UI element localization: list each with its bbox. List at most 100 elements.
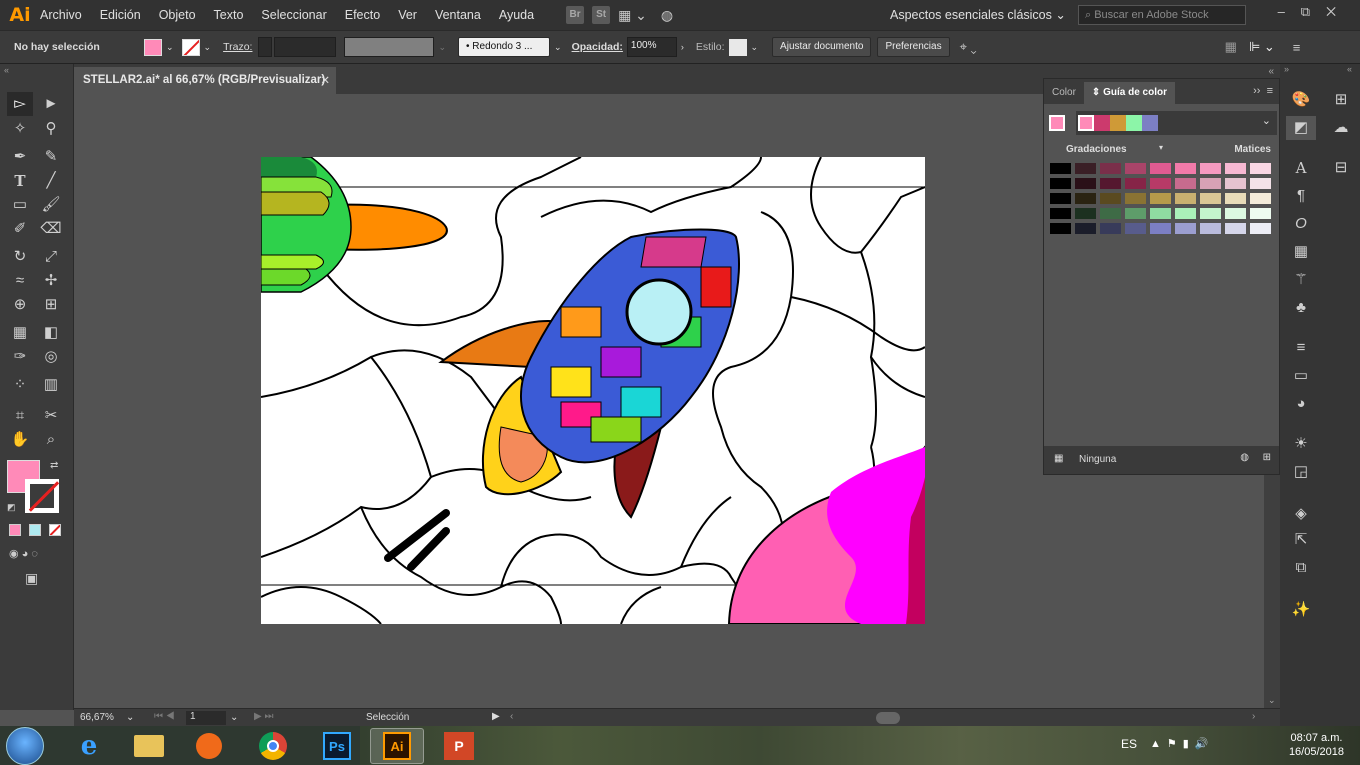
- type-tool-icon[interactable]: T: [7, 169, 33, 193]
- graphic-style-swatch[interactable]: [728, 38, 747, 56]
- scroll-left-icon[interactable]: ‹: [510, 711, 513, 722]
- color-panel-icon[interactable]: 🎨: [1286, 88, 1316, 112]
- stock-search-input[interactable]: ⌕ Buscar en Adobe Stock: [1078, 5, 1246, 25]
- internet-explorer-icon[interactable]: e: [62, 728, 116, 764]
- lasso-icon[interactable]: ⚲: [38, 117, 64, 141]
- hand-tool-icon[interactable]: ✋: [7, 428, 33, 452]
- column-graph-icon[interactable]: ▥: [38, 373, 64, 397]
- panel-menu-icon[interactable]: ≡: [1293, 40, 1301, 55]
- menu-objeto[interactable]: Objeto: [159, 8, 196, 22]
- stroke-color-swatch[interactable]: [25, 479, 59, 513]
- color-variation-cell[interactable]: [1224, 177, 1247, 190]
- chevron-down-icon[interactable]: ⌄: [166, 42, 174, 53]
- color-variation-cell[interactable]: [1049, 192, 1072, 205]
- line-tool-icon[interactable]: ╱: [38, 169, 64, 193]
- blend-tool-icon[interactable]: ◎: [38, 345, 64, 369]
- menu-seleccionar[interactable]: Seleccionar: [261, 8, 326, 22]
- stroke-stepper[interactable]: [258, 37, 273, 57]
- nav-first-icon[interactable]: ⏮ ◀: [154, 711, 175, 722]
- window-controls[interactable]: –⧉✕: [1278, 4, 1352, 20]
- color-variation-cell[interactable]: [1224, 162, 1247, 175]
- system-clock[interactable]: 08:07 a.m. 16/05/2018: [1289, 731, 1344, 759]
- color-variation-cell[interactable]: [1124, 177, 1147, 190]
- color-variation-cell[interactable]: [1199, 162, 1222, 175]
- harmony-swatch[interactable]: [1094, 115, 1110, 131]
- collapse-toolbox-icon[interactable]: «: [4, 65, 9, 75]
- harmony-swatch[interactable]: [1078, 115, 1094, 131]
- swatches-icon[interactable]: ▦: [1286, 240, 1316, 264]
- scroll-right-icon[interactable]: ›: [1252, 711, 1255, 722]
- chevron-down-icon[interactable]: ⌄: [126, 712, 134, 723]
- transparency-icon[interactable]: ◕: [1286, 392, 1316, 416]
- draw-mode-icon[interactable]: ◉ ◕ ◌: [9, 547, 38, 560]
- nav-last-icon[interactable]: ▶ ⏭: [254, 711, 273, 722]
- color-variation-cell[interactable]: [1074, 177, 1097, 190]
- color-mode-icon[interactable]: [9, 524, 21, 536]
- color-variation-cell[interactable]: [1149, 222, 1172, 235]
- isolate-icon[interactable]: ⌖ ⌄: [960, 39, 977, 55]
- eraser-icon[interactable]: ⌫: [38, 217, 64, 241]
- rotate-tool-icon[interactable]: ↻: [7, 245, 33, 269]
- default-colors-icon[interactable]: ◩: [7, 502, 16, 513]
- color-variation-cell[interactable]: [1049, 177, 1072, 190]
- menu-texto[interactable]: Texto: [214, 8, 244, 22]
- color-variation-cell[interactable]: [1149, 177, 1172, 190]
- pen-tool-icon[interactable]: ✒: [7, 145, 33, 169]
- tray-icons[interactable]: ▲⚑▮🔊: [1150, 737, 1215, 750]
- color-variation-cell[interactable]: [1249, 192, 1272, 205]
- chrome-icon[interactable]: [246, 728, 300, 764]
- warp-tool-icon[interactable]: ≈: [7, 269, 33, 293]
- menu-archivo[interactable]: Archivo: [40, 8, 82, 22]
- chevron-down-icon[interactable]: ⌄: [230, 712, 238, 723]
- asset-export-icon[interactable]: ⇱: [1286, 528, 1316, 552]
- expand-dock-icon[interactable]: »: [1284, 64, 1289, 74]
- gpu-icon[interactable]: ◍: [661, 7, 673, 24]
- powerpoint-icon[interactable]: P: [432, 728, 486, 764]
- scale-tool-icon[interactable]: ⤢: [38, 245, 64, 269]
- file-explorer-icon[interactable]: [122, 728, 176, 764]
- color-variation-cell[interactable]: [1199, 207, 1222, 220]
- color-variation-cell[interactable]: [1074, 207, 1097, 220]
- perspective-grid-icon[interactable]: ⊞: [38, 293, 64, 317]
- harmony-swatch[interactable]: [1142, 115, 1158, 131]
- variation-grid[interactable]: [1049, 162, 1275, 238]
- curvature-tool-icon[interactable]: ✎: [38, 145, 64, 169]
- harmony-rules[interactable]: ⌄: [1076, 111, 1277, 135]
- horizontal-scrollbar[interactable]: [876, 712, 900, 724]
- color-variation-cell[interactable]: [1049, 162, 1072, 175]
- bridge-icon[interactable]: Br: [566, 6, 585, 24]
- chevron-down-icon[interactable]: ▾: [1159, 143, 1163, 152]
- brushes-icon[interactable]: ⚚: [1286, 268, 1316, 292]
- color-variation-cell[interactable]: [1174, 177, 1197, 190]
- color-variation-cell[interactable]: [1049, 207, 1072, 220]
- chevron-down-icon[interactable]: ⌄: [554, 42, 562, 53]
- menu-edicion[interactable]: Edición: [100, 8, 141, 22]
- color-variation-cell[interactable]: [1249, 162, 1272, 175]
- color-variation-cell[interactable]: [1224, 192, 1247, 205]
- fit-document-button[interactable]: Ajustar documento: [772, 37, 872, 57]
- collapse-icon[interactable]: «: [1268, 66, 1274, 77]
- chevron-down-icon[interactable]: ⌄: [438, 42, 446, 53]
- paintbrush-icon[interactable]: 🖌: [38, 193, 64, 217]
- color-variation-cell[interactable]: [1224, 222, 1247, 235]
- chevron-right-icon[interactable]: ▶: [492, 711, 500, 722]
- save-group-icon[interactable]: ⊞: [1263, 452, 1271, 463]
- chevron-right-icon[interactable]: ›: [681, 42, 684, 52]
- stroke-weight-field[interactable]: [274, 37, 337, 57]
- color-variation-cell[interactable]: [1149, 192, 1172, 205]
- selection-tool-icon[interactable]: ▻: [7, 92, 33, 116]
- gradations-label[interactable]: Gradaciones: [1066, 144, 1127, 155]
- align-panel-icon[interactable]: ⊟: [1326, 156, 1356, 180]
- character-icon[interactable]: A: [1286, 156, 1316, 180]
- artboard[interactable]: [261, 157, 925, 624]
- color-variation-cell[interactable]: [1074, 222, 1097, 235]
- opentype-icon[interactable]: O: [1286, 212, 1316, 236]
- properties-icon[interactable]: ⊫ ⌄: [1249, 39, 1275, 55]
- panel-options-icon[interactable]: ›› ≡: [1253, 85, 1273, 97]
- eyedropper-icon[interactable]: ✑: [7, 345, 33, 369]
- photoshop-icon[interactable]: Ps: [310, 728, 364, 764]
- color-variation-cell[interactable]: [1149, 162, 1172, 175]
- color-variation-cell[interactable]: [1124, 207, 1147, 220]
- shape-builder-icon[interactable]: ⊕: [7, 293, 33, 317]
- color-variation-cell[interactable]: [1124, 162, 1147, 175]
